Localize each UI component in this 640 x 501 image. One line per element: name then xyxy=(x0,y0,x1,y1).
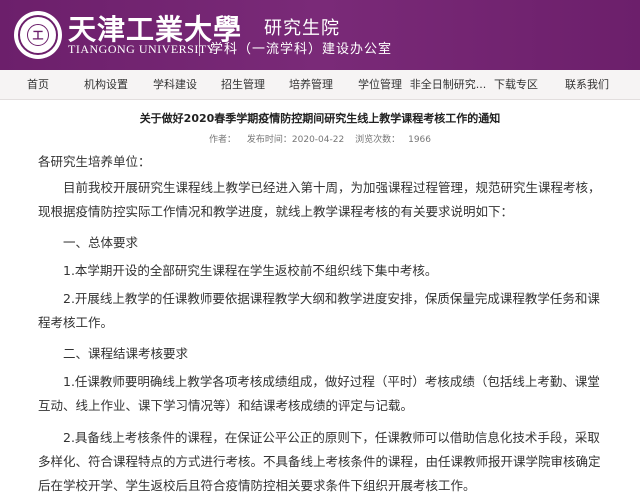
university-seal-logo[interactable]: 工 xyxy=(14,11,62,59)
nav-item-discipline[interactable]: 学科建设 xyxy=(153,70,197,99)
nav-item-downloads[interactable]: 下载专区 xyxy=(494,70,538,99)
header-divider xyxy=(199,14,200,56)
main-nav: 首页 机构设置 学科建设 招生管理 培养管理 学位管理 非全日制研究... 下载… xyxy=(0,70,640,100)
paragraph-general-2: 2.开展线上教学的任课教师要依据课程教学大纲和教学进度安排，保质保量完成课程教学… xyxy=(38,291,600,330)
nav-item-degree[interactable]: 学位管理 xyxy=(358,70,402,99)
paragraph-exam-1: 1.任课教师要明确线上教学各项考核成绩组成，做好过程（平时）考核成绩（包括线上考… xyxy=(38,374,600,413)
publish-date: 发布时间：2020-04-22 xyxy=(246,135,345,145)
site-header: 工 天津工業大學 TIANGONG UNIVERSITY 研究生院 学科（一流学… xyxy=(0,0,640,70)
seal-core: 工 xyxy=(27,24,49,46)
salutation: 各研究生培养单位： xyxy=(38,154,151,169)
article-title: 关于做好2020春季学期疫情防控期间研究生线上教学课程考核工作的通知 xyxy=(139,112,501,125)
section-heading-general: 一、总体要求 xyxy=(63,235,139,250)
nav-item-contact[interactable]: 联系我们 xyxy=(565,70,609,99)
nav-item-organization[interactable]: 机构设置 xyxy=(84,70,128,99)
nav-item-admissions[interactable]: 招生管理 xyxy=(221,70,265,99)
sub-department-name: 学科（一流学科）建设办公室 xyxy=(210,42,393,57)
views-count: 1966 xyxy=(408,135,431,145)
paragraph-exam-2: 2.具备线上考核条件的课程，在保证公平公正的原则下，任课教师可以借助信息化技术手… xyxy=(38,430,601,493)
seal-ring: 工 xyxy=(18,15,58,55)
paragraph-general-1: 1.本学期开设的全部研究生课程在学生返校前不组织线下集中考核。 xyxy=(63,263,438,278)
nav-item-training[interactable]: 培养管理 xyxy=(289,70,333,99)
author-label: 作者： xyxy=(209,135,237,145)
views-label: 浏览次数： xyxy=(355,135,401,145)
department-name: 研究生院 xyxy=(264,18,340,39)
nav-item-part-time[interactable]: 非全日制研究... xyxy=(410,70,487,99)
article-meta: 作者： 发布时间：2020-04-22 浏览次数： 1966 xyxy=(0,132,640,145)
university-name-en: TIANGONG UNIVERSITY xyxy=(68,42,216,56)
nav-item-home[interactable]: 首页 xyxy=(27,70,49,99)
intro-paragraph: 目前我校开展研究生课程线上教学已经进入第十周，为加强课程过程管理，规范研究生课程… xyxy=(38,180,601,219)
section-heading-exam: 二、课程结课考核要求 xyxy=(63,346,189,361)
